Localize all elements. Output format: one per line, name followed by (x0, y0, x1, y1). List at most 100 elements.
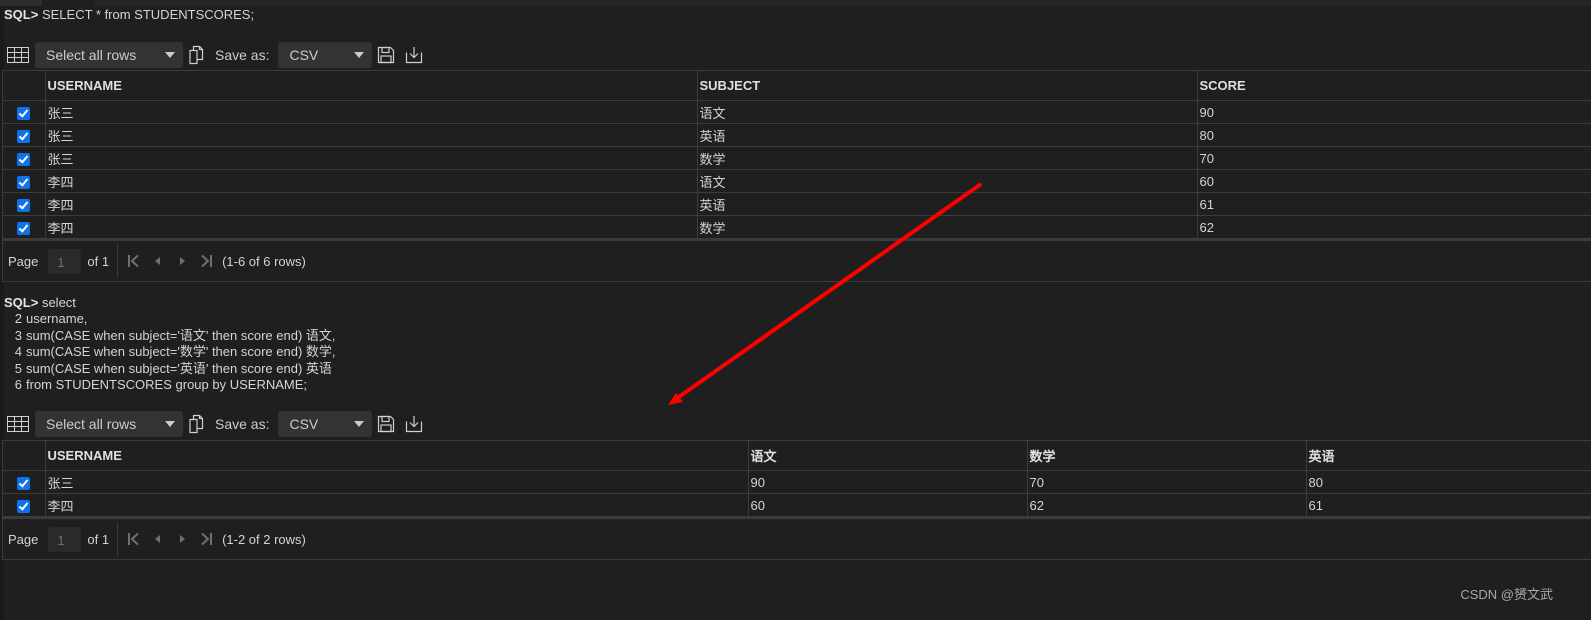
cell[interactable]: 62 (1026, 493, 1306, 519)
cell[interactable]: 70 (1026, 470, 1306, 494)
sql-text: from STUDENTSCORES group by USERNAME; (26, 377, 308, 393)
cell[interactable]: 李四 (44, 215, 697, 241)
grid-icon[interactable] (7, 416, 29, 432)
select-column-header (3, 71, 45, 101)
cell[interactable]: 张三 (44, 100, 697, 124)
row-selection-dropdown[interactable]: Select all rows (35, 411, 183, 437)
previous-page-icon[interactable] (149, 254, 167, 268)
copy-icon[interactable] (187, 45, 207, 65)
row-selection-dropdown[interactable]: Select all rows (35, 42, 183, 68)
cell[interactable]: 张三 (44, 146, 697, 170)
results-grid-1: USERNAME SUBJECT SCORE 张三 语文 90 张三 英语 80… (2, 70, 1591, 282)
row-count: (1-6 of 6 rows) (222, 253, 306, 269)
column-header[interactable]: 语文 (747, 441, 1027, 471)
column-header[interactable]: USERNAME (44, 71, 697, 101)
cell[interactable]: 70 (1196, 146, 1591, 170)
row-checkbox[interactable] (17, 476, 31, 490)
cell[interactable]: 李四 (44, 493, 748, 519)
row-checkbox[interactable] (17, 221, 31, 235)
last-page-icon[interactable] (197, 532, 215, 546)
column-header[interactable]: SCORE (1196, 71, 1591, 101)
cell[interactable]: 数学 (696, 215, 1197, 241)
table-row[interactable]: 张三 90 70 80 (3, 470, 1591, 494)
cell[interactable]: 李四 (44, 192, 697, 216)
table-row[interactable]: 李四 数学 62 (3, 215, 1591, 241)
row-checkbox[interactable] (17, 106, 31, 120)
row-checkbox[interactable] (17, 152, 31, 166)
download-icon[interactable] (404, 45, 424, 65)
results-grid-2: USERNAME 语文 数学 英语 张三 90 70 80 李四 60 62 6… (2, 440, 1591, 560)
line-number: 2 (14, 311, 22, 326)
table-row[interactable]: 张三 语文 90 (3, 100, 1591, 124)
row-checkbox[interactable] (17, 129, 31, 143)
download-icon[interactable] (404, 414, 424, 434)
sql-text: sum(CASE when subject='英语' then score en… (26, 360, 332, 376)
cell[interactable]: 英语 (696, 192, 1197, 216)
sql-prompt: SQL> (4, 7, 39, 22)
line-number: 6 (14, 377, 22, 393)
column-header[interactable]: 英语 (1305, 441, 1591, 471)
page-number-input[interactable]: 1 (48, 526, 82, 552)
row-checkbox[interactable] (17, 499, 31, 513)
line-number: 5 (14, 360, 22, 376)
cell[interactable]: 90 (747, 470, 1027, 494)
cell[interactable]: 英语 (696, 123, 1197, 147)
line-number: 4 (14, 344, 22, 360)
cell[interactable]: 62 (1196, 215, 1591, 241)
cell[interactable]: 90 (1196, 100, 1591, 124)
table-row[interactable]: 张三 英语 80 (3, 123, 1591, 147)
save-as-label: Save as: (215, 416, 270, 432)
chevron-down-icon (354, 421, 365, 427)
row-count: (1-2 of 2 rows) (222, 531, 306, 547)
format-dropdown[interactable]: CSV (278, 42, 373, 68)
cell[interactable]: 80 (1305, 470, 1591, 494)
header-row: USERNAME SUBJECT SCORE (3, 71, 1591, 101)
cell[interactable]: 61 (1196, 192, 1591, 216)
cell[interactable]: 60 (1196, 169, 1591, 193)
format-dropdown[interactable]: CSV (278, 411, 373, 437)
save-icon[interactable] (376, 45, 396, 65)
format-value: CSV (289, 416, 319, 432)
sql-prompt: SQL> (4, 295, 39, 310)
row-checkbox[interactable] (17, 198, 31, 212)
cell[interactable]: 数学 (696, 146, 1197, 170)
next-page-icon[interactable] (173, 254, 191, 268)
row-checkbox[interactable] (17, 175, 31, 189)
first-page-icon[interactable] (125, 254, 143, 268)
query-2-command: SQL> select 2 username, 3 sum(CASE when su… (4, 295, 1591, 394)
column-header[interactable]: USERNAME (44, 441, 748, 471)
tab-strip (0, 0, 1591, 6)
column-header[interactable]: SUBJECT (696, 71, 1197, 101)
copy-icon[interactable] (187, 414, 207, 434)
divider (117, 522, 119, 556)
table-row[interactable]: 张三 数学 70 (3, 146, 1591, 170)
tab-active[interactable] (42, 0, 94, 6)
chevron-down-icon (165, 421, 175, 427)
sql-text: select (41, 295, 76, 310)
cell[interactable]: 61 (1305, 493, 1591, 519)
first-page-icon[interactable] (125, 532, 143, 546)
last-page-icon[interactable] (197, 254, 215, 268)
table-row[interactable]: 李四 60 62 61 (3, 493, 1591, 519)
chevron-down-icon (165, 52, 175, 58)
cell[interactable]: 语文 (696, 169, 1197, 193)
column-header[interactable]: 数学 (1026, 441, 1306, 471)
page-total: of 1 (87, 253, 110, 269)
cell[interactable]: 张三 (44, 123, 697, 147)
cell[interactable]: 80 (1196, 123, 1591, 147)
grid-icon[interactable] (7, 47, 29, 63)
next-page-icon[interactable] (173, 532, 191, 546)
page-label: Page (8, 531, 39, 547)
previous-page-icon[interactable] (149, 532, 167, 546)
table-row[interactable]: 李四 英语 61 (3, 192, 1591, 216)
cell[interactable]: 语文 (696, 100, 1197, 124)
cell[interactable]: 张三 (44, 470, 748, 494)
row-selection-value: Select all rows (46, 47, 137, 63)
tab[interactable] (0, 0, 42, 6)
cell[interactable]: 60 (747, 493, 1027, 519)
page-number-input[interactable]: 1 (48, 248, 82, 274)
page-total: of 1 (87, 531, 110, 547)
save-icon[interactable] (376, 414, 396, 434)
cell[interactable]: 李四 (44, 169, 697, 193)
table-row[interactable]: 李四 语文 60 (3, 169, 1591, 193)
